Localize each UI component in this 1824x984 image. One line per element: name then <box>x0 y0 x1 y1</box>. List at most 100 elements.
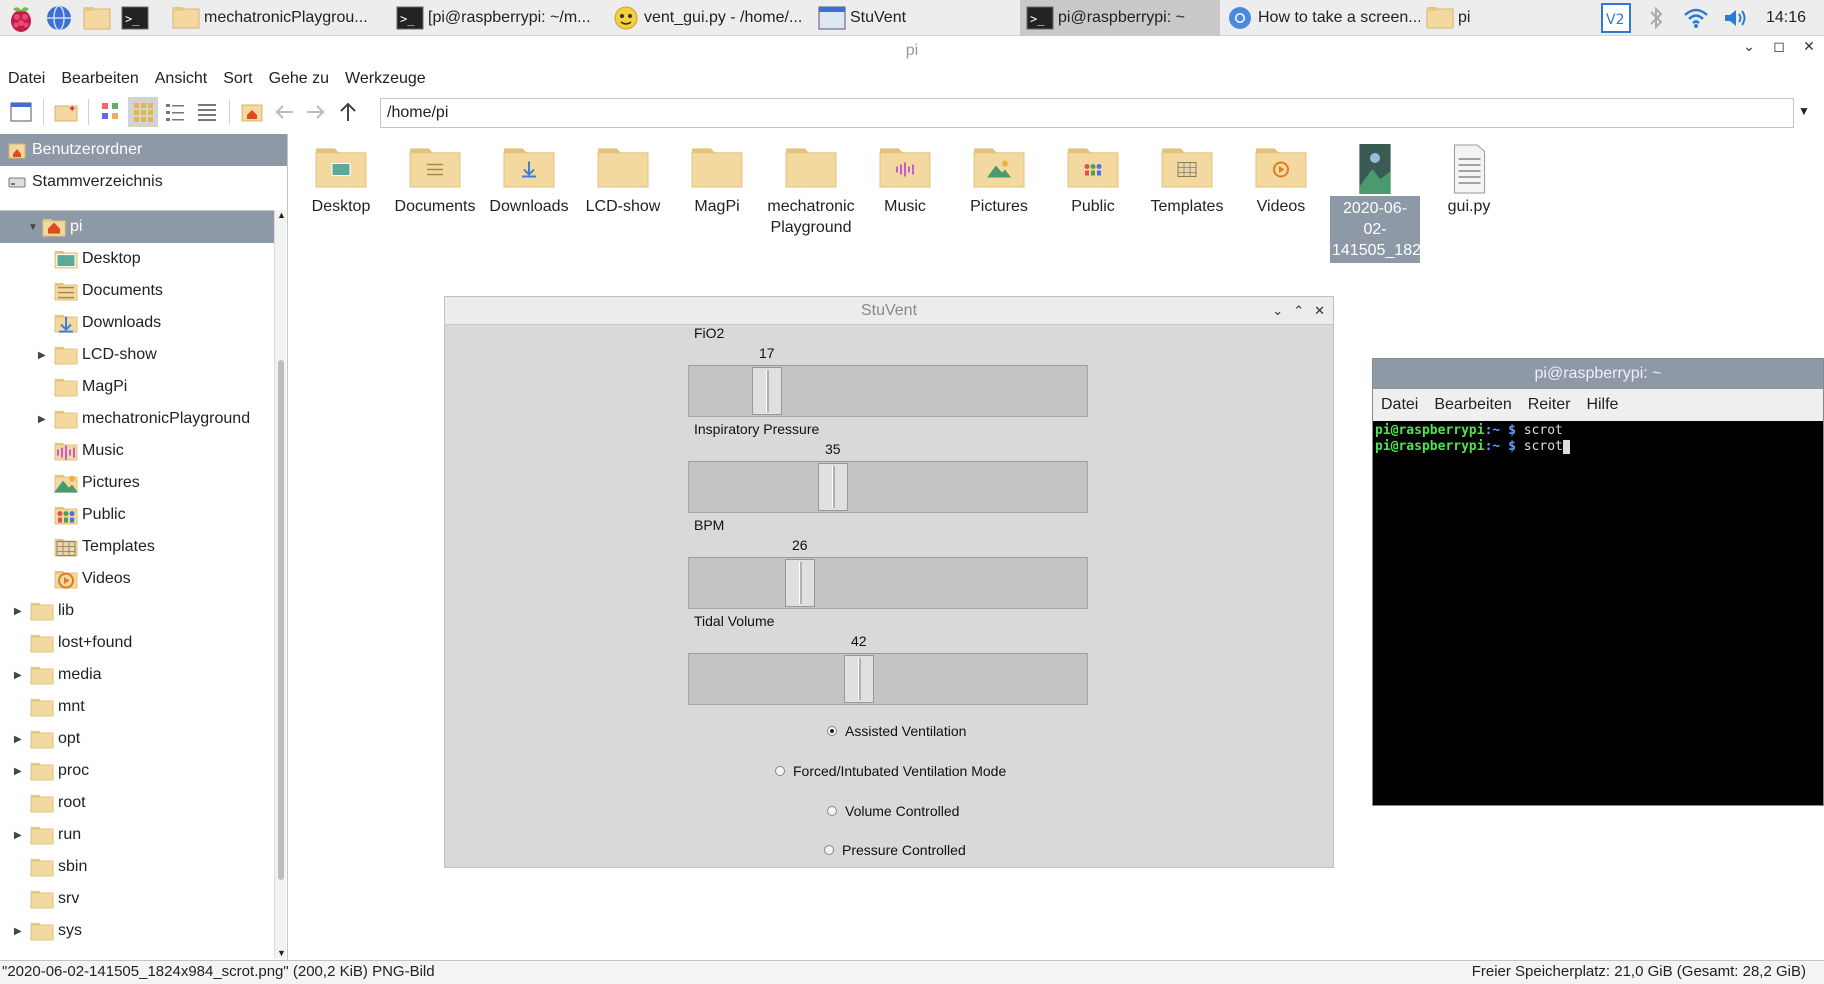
icon-view-colored-icon[interactable] <box>96 97 126 127</box>
tree-node[interactable]: Downloads <box>0 307 274 339</box>
file-item[interactable]: mechatronic Playground <box>766 140 856 238</box>
slider-trough[interactable] <box>688 365 1088 417</box>
terminal-menu-item[interactable]: Reiter <box>1520 396 1579 414</box>
file-item[interactable]: Desktop <box>296 140 386 217</box>
menu-item[interactable]: Bearbeiten <box>53 66 146 92</box>
collapsed-arrow-icon[interactable]: ▶ <box>14 734 22 745</box>
taskbar-task[interactable]: vent_gui.py - /home/... <box>606 0 812 36</box>
file-item[interactable]: Videos <box>1236 140 1326 217</box>
slider-trough[interactable] <box>688 461 1088 513</box>
home-icon[interactable] <box>237 97 267 127</box>
tree-node[interactable]: sbin <box>0 851 274 883</box>
file-item[interactable]: Music <box>860 140 950 217</box>
sidebar-place[interactable]: Benutzerordner <box>0 134 287 166</box>
menu-item[interactable]: Datei <box>0 66 53 92</box>
slider-trough[interactable] <box>688 653 1088 705</box>
menu-item[interactable]: Ansicht <box>147 66 215 92</box>
radio-button-icon[interactable] <box>775 766 785 776</box>
close-icon[interactable]: ✕ <box>1314 297 1325 325</box>
radio-button-icon[interactable] <box>824 845 834 855</box>
collapsed-arrow-icon[interactable]: ▶ <box>14 606 22 617</box>
tree-node[interactable]: Desktop <box>0 243 274 275</box>
tree-node[interactable]: Pictures <box>0 467 274 499</box>
tree-node[interactable]: srv <box>0 883 274 915</box>
collapsed-arrow-icon[interactable]: ▶ <box>14 766 22 777</box>
taskbar-task[interactable]: mechatronicPlaygrou... <box>166 0 390 36</box>
slider-trough[interactable] <box>688 557 1088 609</box>
expanded-arrow-icon[interactable]: ▼ <box>28 222 38 233</box>
tree-node[interactable]: ▶ media <box>0 659 274 691</box>
tree-node[interactable]: ▼ pi <box>0 211 274 243</box>
mode-radio[interactable]: Pressure Controlled <box>824 842 966 858</box>
menu-item[interactable]: Gehe zu <box>261 66 337 92</box>
radio-button-icon[interactable] <box>827 806 837 816</box>
browser-launcher-icon[interactable] <box>42 1 76 35</box>
tree-node[interactable]: Public <box>0 499 274 531</box>
menu-item[interactable]: Werkzeuge <box>337 66 434 92</box>
collapsed-arrow-icon[interactable]: ▶ <box>38 414 46 425</box>
tree-node[interactable]: ▶ LCD-show <box>0 339 274 371</box>
mode-radio[interactable]: Volume Controlled <box>827 803 959 819</box>
file-item[interactable]: MagPi <box>672 140 762 217</box>
tree-node[interactable]: Videos <box>0 563 274 595</box>
clock[interactable]: 14:16 <box>1766 9 1806 27</box>
menu-item[interactable]: Sort <box>215 66 260 92</box>
slider-thumb[interactable] <box>844 655 874 703</box>
icon-view-icon[interactable] <box>128 97 158 127</box>
tree-node[interactable]: ▶ proc <box>0 755 274 787</box>
scrollbar-thumb[interactable] <box>278 360 284 880</box>
tree-node[interactable]: ▶ opt <box>0 723 274 755</box>
tree-node[interactable]: mnt <box>0 691 274 723</box>
file-item[interactable]: Documents <box>390 140 480 217</box>
mode-radio[interactable]: Assisted Ventilation <box>827 723 966 739</box>
taskbar-task[interactable]: >_ pi@raspberrypi: ~ <box>1020 0 1220 36</box>
tree-node[interactable]: ▶ lib <box>0 595 274 627</box>
taskbar-task[interactable]: How to take a screen... <box>1220 0 1420 36</box>
mode-radio[interactable]: Forced/Intubated Ventilation Mode <box>775 763 1006 779</box>
volume-icon[interactable] <box>1721 3 1751 33</box>
collapsed-arrow-icon[interactable]: ▶ <box>14 926 22 937</box>
close-icon[interactable]: ✕ <box>1800 38 1818 55</box>
tree-scrollbar[interactable]: ▲ ▼ <box>274 210 286 958</box>
file-item[interactable]: Pictures <box>954 140 1044 217</box>
tree-node[interactable]: MagPi <box>0 371 274 403</box>
taskbar-task[interactable]: >_ [pi@raspberrypi: ~/m... <box>390 0 606 36</box>
taskbar-task[interactable]: pi <box>1420 0 1540 36</box>
terminal-menu-item[interactable]: Datei <box>1373 396 1426 414</box>
list-view-icon[interactable] <box>192 97 222 127</box>
taskbar-task[interactable]: StuVent <box>812 0 1020 36</box>
file-item[interactable]: Templates <box>1142 140 1232 217</box>
vnc-icon[interactable]: V2 <box>1600 3 1631 33</box>
collapsed-arrow-icon[interactable]: ▶ <box>38 350 46 361</box>
tree-node[interactable]: Music <box>0 435 274 467</box>
scroll-down-icon[interactable]: ▼ <box>277 948 286 958</box>
back-arrow-icon[interactable] <box>269 97 299 127</box>
new-window-icon[interactable] <box>6 97 36 127</box>
terminal-menu-item[interactable]: Bearbeiten <box>1426 396 1519 414</box>
slider-thumb[interactable] <box>752 367 782 415</box>
tree-node[interactable]: lost+found <box>0 627 274 659</box>
forward-arrow-icon[interactable] <box>301 97 331 127</box>
minimize-icon[interactable]: ⌄ <box>1740 38 1758 55</box>
file-item[interactable]: Downloads <box>484 140 574 217</box>
tree-node[interactable]: ▶ mechatronicPlayground <box>0 403 274 435</box>
tree-node[interactable]: Templates <box>0 531 274 563</box>
minimize-icon[interactable]: ⌄ <box>1272 297 1283 325</box>
file-item[interactable]: LCD-show <box>578 140 668 217</box>
file-item[interactable]: gui.py <box>1424 140 1514 217</box>
scroll-up-icon[interactable]: ▲ <box>277 210 286 220</box>
slider-thumb[interactable] <box>785 559 815 607</box>
raspberry-menu-icon[interactable] <box>4 1 38 35</box>
tree-node[interactable]: ▶ sys <box>0 915 274 947</box>
path-dropdown-icon[interactable]: ▼ <box>1798 104 1810 118</box>
new-folder-icon[interactable]: ✦ <box>51 97 81 127</box>
sidebar-place[interactable]: Stammverzeichnis <box>0 166 287 198</box>
radio-button-icon[interactable] <box>827 726 837 736</box>
tree-node[interactable]: Documents <box>0 275 274 307</box>
file-item[interactable]: Public <box>1048 140 1138 217</box>
terminal-launcher-icon[interactable]: >_ <box>118 1 152 35</box>
maximize-icon[interactable]: ⌃ <box>1293 297 1304 325</box>
file-item[interactable]: 2020-06-02-141505_1824x984_scr... <box>1330 140 1507 263</box>
tree-node[interactable]: ▶ run <box>0 819 274 851</box>
up-arrow-icon[interactable] <box>333 97 363 127</box>
